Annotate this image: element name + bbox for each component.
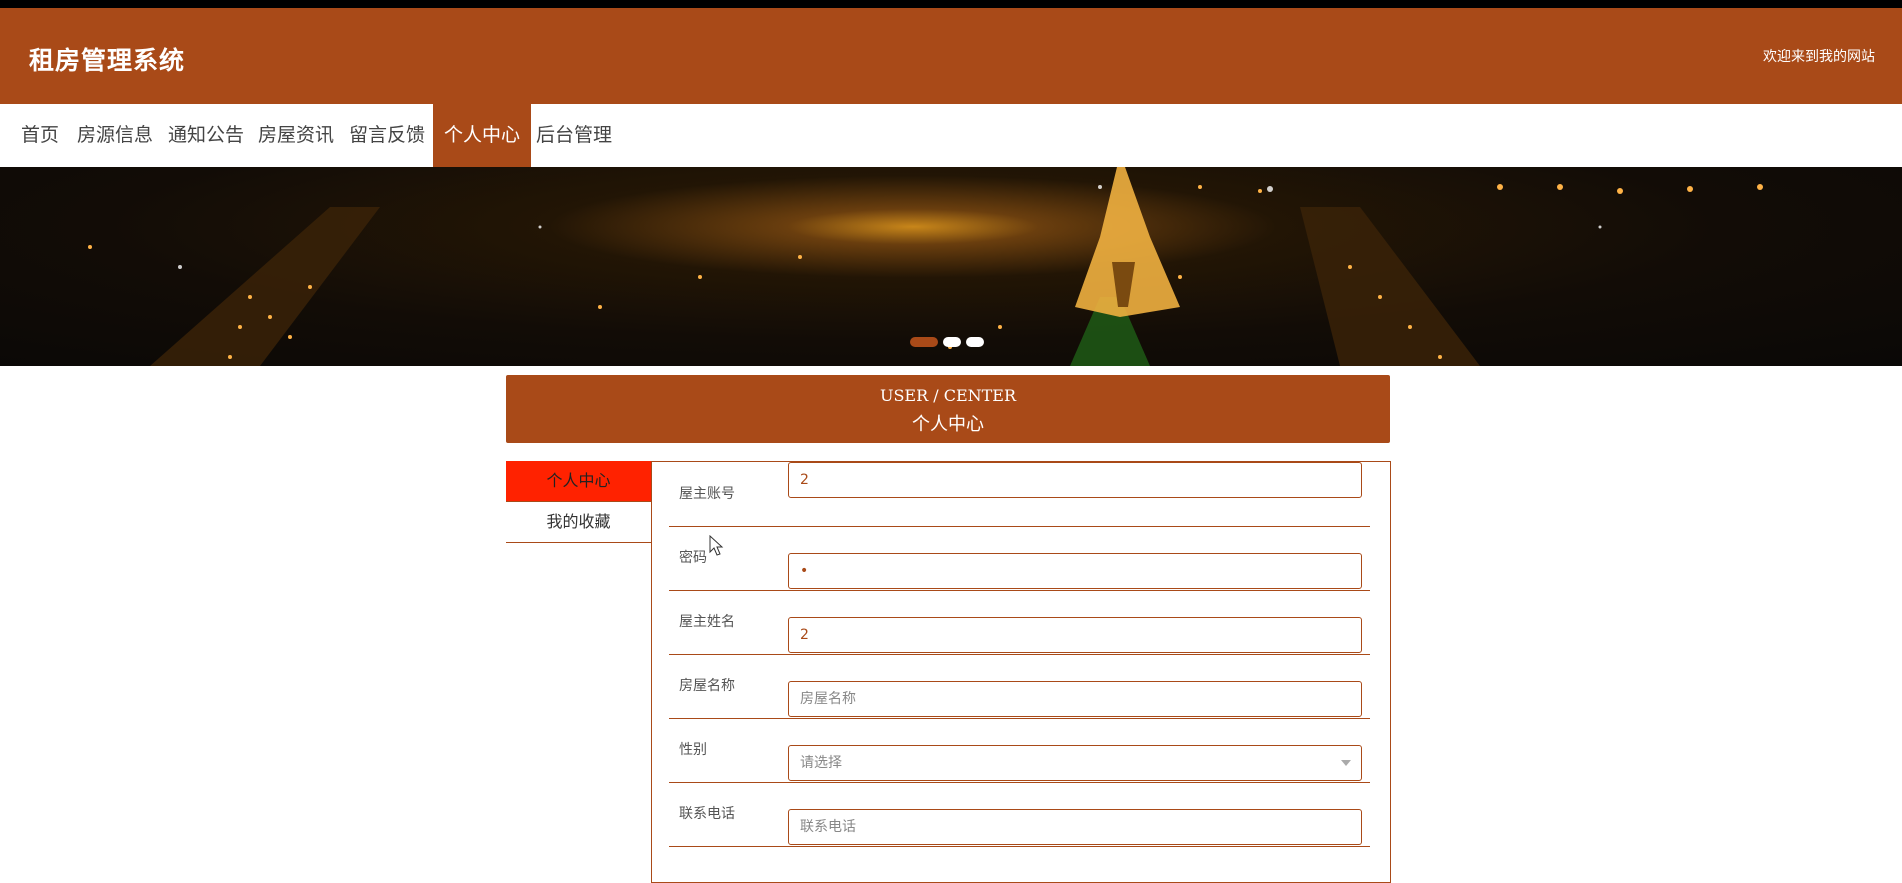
main-nav: 首页 房源信息 通知公告 房屋资讯 留言反馈 个人中心 后台管理: [0, 104, 1902, 167]
section-title-en: USER / CENTER: [879, 386, 1017, 405]
gender-select[interactable]: 请选择: [788, 745, 1362, 781]
section-title-cn: 个人中心: [912, 414, 984, 435]
sidebar-item-user-center[interactable]: 个人中心: [506, 461, 651, 502]
carousel-dot-1[interactable]: [910, 337, 938, 347]
gender-label: 性别: [679, 742, 707, 758]
gender-select-placeholder: 请选择: [800, 755, 842, 771]
carousel-dot-2[interactable]: [943, 337, 961, 347]
chevron-down-icon: [1341, 760, 1351, 766]
nav-item-notices[interactable]: 通知公告: [157, 104, 255, 167]
nav-item-admin[interactable]: 后台管理: [525, 104, 623, 167]
owner-name-input[interactable]: 2: [788, 617, 1362, 653]
form-row-house-name: 房屋名称 房屋名称: [669, 654, 1370, 719]
nav-item-listings[interactable]: 房源信息: [66, 104, 164, 167]
phone-input[interactable]: 联系电话: [788, 809, 1362, 845]
site-header: 租房管理系统 欢迎来到我的网站: [0, 8, 1902, 104]
section-title-box: USER / CENTER 个人中心: [506, 375, 1390, 443]
form-row-password: 密码 •: [669, 526, 1370, 591]
site-title: 租房管理系统: [29, 46, 186, 75]
nav-item-feedback[interactable]: 留言反馈: [338, 104, 436, 167]
carousel-dot-3[interactable]: [966, 337, 984, 347]
nav-item-news[interactable]: 房屋资讯: [247, 104, 345, 167]
nav-item-user-center[interactable]: 个人中心: [433, 104, 532, 167]
form-row-owner-name: 屋主姓名 2: [669, 590, 1370, 655]
form-row-account: 屋主账号 2: [669, 462, 1370, 527]
form-row-phone: 联系电话 联系电话: [669, 782, 1370, 847]
house-name-input[interactable]: 房屋名称: [788, 681, 1362, 717]
account-label: 屋主账号: [679, 486, 735, 502]
welcome-text: 欢迎来到我的网站: [1763, 49, 1875, 65]
user-sidebar: 个人中心 我的收藏: [506, 461, 651, 543]
mouse-cursor-icon: [709, 535, 724, 556]
sidebar-item-favorites[interactable]: 我的收藏: [506, 502, 651, 543]
phone-label: 联系电话: [679, 806, 735, 822]
owner-name-label: 屋主姓名: [679, 614, 735, 630]
nav-item-home[interactable]: 首页: [10, 104, 70, 167]
password-label: 密码: [679, 550, 707, 566]
top-border: [0, 0, 1902, 8]
account-input[interactable]: 2: [788, 462, 1362, 498]
profile-form: 屋主账号 2 密码 • 屋主姓名 2 房屋名称 房屋名称 性别 请选择 联系电话…: [651, 461, 1391, 883]
form-row-gender: 性别 请选择: [669, 718, 1370, 783]
house-name-label: 房屋名称: [679, 678, 735, 694]
password-input[interactable]: •: [788, 553, 1362, 589]
